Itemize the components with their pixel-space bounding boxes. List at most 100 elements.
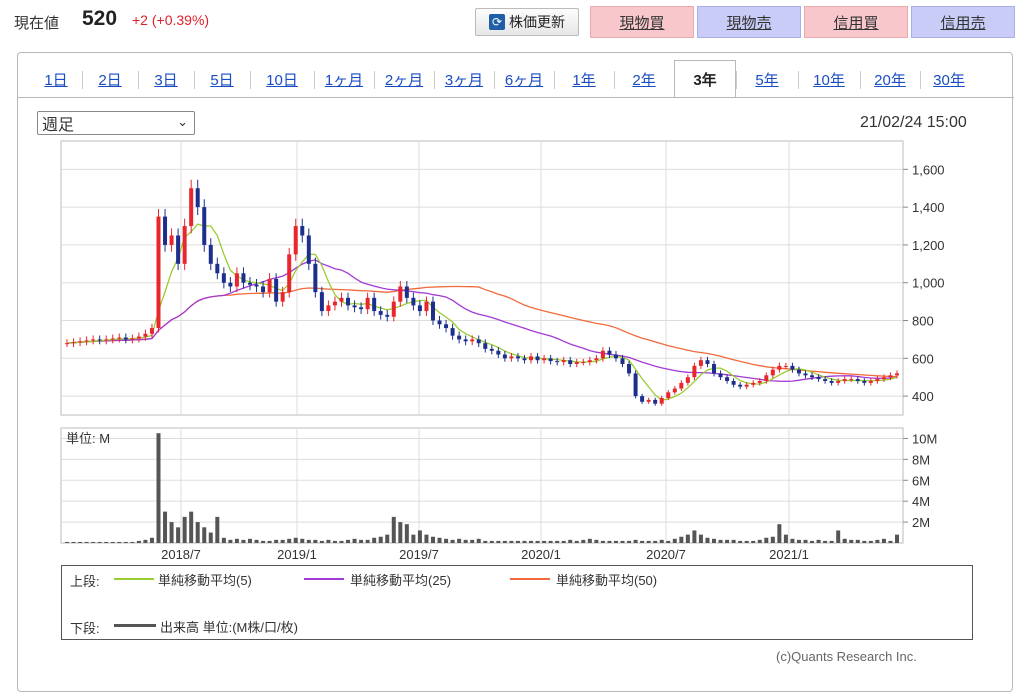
volume-bar [823,540,828,543]
volume-bar [261,540,266,543]
volume-bar [372,537,377,543]
volume-bar [182,516,187,543]
price-change: +2 (+0.39%) [132,12,210,28]
candle-body [862,380,867,383]
candle-body [457,335,462,340]
candle-body [130,338,135,340]
volume-bar [424,534,429,543]
volume-axis: 10M 8M 6M 4M 2M [903,431,937,530]
volume-bar [84,541,89,543]
volume-bar [509,540,514,543]
candle-body [561,360,566,363]
margin-buy-button[interactable]: 信用買 [804,6,908,38]
volume-bar [881,538,886,543]
volume-bar [176,527,181,543]
volume-tick-label: 8M [912,452,930,467]
volume-tick-label: 10M [912,431,937,446]
candle-body [228,282,233,287]
volume-bar [764,537,769,543]
volume-bar [241,539,246,543]
spot-sell-button[interactable]: 現物売 [697,6,801,38]
candle-body [71,342,76,344]
date-tick-label: 2021/1 [769,547,809,562]
date-tick-label: 2019/1 [277,547,317,562]
volume-bar [888,540,893,543]
volume-bar [234,538,239,543]
volume-bar [293,537,298,543]
candle-body [450,328,455,336]
candle-body [483,343,488,349]
candle-body [555,361,560,363]
volume-bar [502,540,507,543]
refresh-price-label: 株価更新 [509,14,565,30]
candle-body [463,339,468,342]
volume-bar [332,540,337,543]
volume-bar [744,540,749,543]
candle-body [267,278,272,293]
candle-body [280,292,285,302]
candle-body [84,340,89,342]
volume-bar [796,539,801,543]
candle-body [725,377,730,381]
volume-bar [430,536,435,543]
volume-bar [339,540,344,543]
candle-body [692,365,697,378]
volume-bar [542,540,547,543]
date-tick-label: 2018/7 [161,547,201,562]
candle-body [254,284,259,287]
candle-body [430,301,435,321]
volume-bar [895,534,899,543]
volume-bar [404,524,409,543]
volume-bar [790,538,795,543]
volume-bar [816,539,821,543]
candle-body [744,384,749,387]
candle-body [653,399,658,404]
volume-bar [359,539,364,543]
refresh-price-button[interactable]: ⟳ 株価更新 [475,8,579,36]
price-grid [60,140,904,416]
candle-body [241,273,246,283]
candle-body [352,305,357,308]
volume-bar [862,540,867,543]
volume-bar [149,537,154,543]
volume-bar [143,539,148,543]
volume-bar [581,539,586,543]
ma50-swatch [510,578,550,580]
candle-body [659,397,664,404]
candle-body [293,226,298,255]
volume-bar [130,541,135,543]
volume-bar [607,540,612,543]
candle-body [607,350,612,355]
volume-bar [195,522,200,543]
volume-bar [287,538,292,543]
chart-panel: 1日 2日 3日 5日 10日 1ヶ月 2ヶ月 3ヶ月 6ヶ月 1年 2年 3年 5年 10年 20年 30年… [17,52,1014,692]
volume-bar [254,539,259,543]
candle-body [594,358,599,361]
candle-body [444,324,449,329]
volume-bar [875,539,880,543]
candle-body [372,297,377,312]
volume-bar [365,539,370,543]
legend-ma25: 単純移動平均(25) [350,573,452,588]
candle-body [359,307,364,310]
volume-bar [738,540,743,543]
candle-body [672,388,677,393]
volume-bar [718,539,723,543]
candle-body [306,235,311,264]
volume-bar [352,538,357,543]
volume-bar [457,538,462,543]
price-tick-label: 1,200 [912,238,945,253]
volume-bar [306,539,311,543]
candle-body [502,354,507,359]
spot-buy-button[interactable]: 現物買 [590,6,694,38]
volume-bar [594,539,599,543]
volume-bar [842,538,847,543]
volume-bar [91,541,96,543]
legend-lower-label: 下段: [70,621,100,636]
candle-body [836,380,841,383]
margin-sell-button[interactable]: 信用売 [911,6,1015,38]
candle-body [633,373,638,397]
candle-body [391,301,396,317]
volume-bar [836,530,841,543]
candle-body [568,360,573,364]
